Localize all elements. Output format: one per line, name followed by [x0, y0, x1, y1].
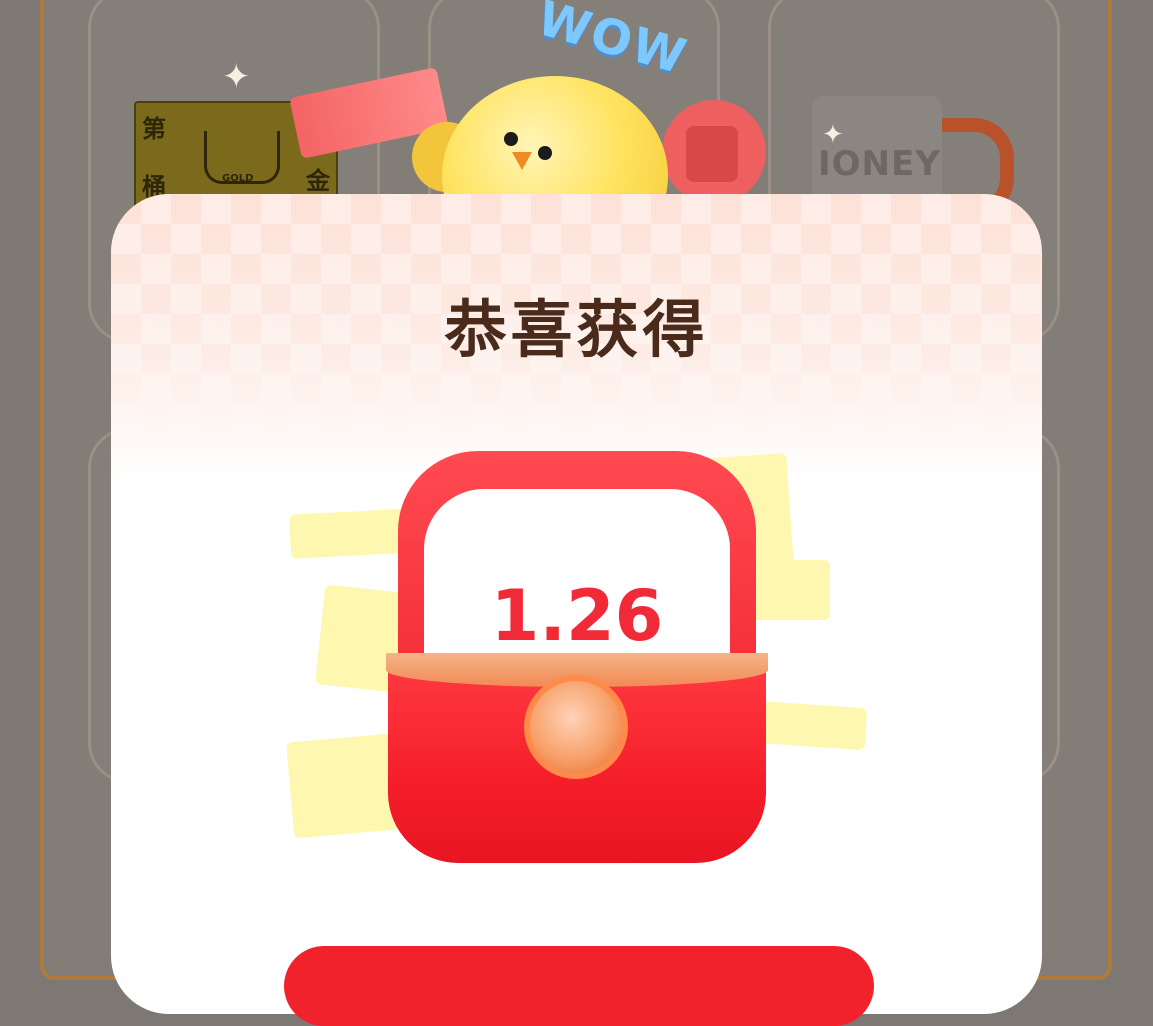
mug-prize: IONEY — [812, 96, 942, 208]
modal-title: 恭喜获得 — [444, 293, 709, 366]
claim-button[interactable] — [284, 946, 874, 1026]
red-packet: 1.26 — [386, 451, 768, 863]
mug-text: IONEY — [818, 144, 941, 184]
gold-card-char: 第 — [142, 114, 166, 143]
packet-open-button — [524, 675, 628, 779]
sparkle-icon: ✦ — [822, 120, 844, 150]
chick-eye — [504, 132, 518, 146]
chick-eye — [538, 146, 552, 160]
reward-amount: 1.26 — [490, 575, 664, 657]
shopping-bag-icon — [686, 126, 738, 182]
chick-beak — [512, 152, 532, 170]
sparkle-icon: ✦ — [222, 57, 251, 97]
gold-card-char: 金 — [306, 166, 330, 195]
gold-label: GOLD — [222, 173, 254, 184]
